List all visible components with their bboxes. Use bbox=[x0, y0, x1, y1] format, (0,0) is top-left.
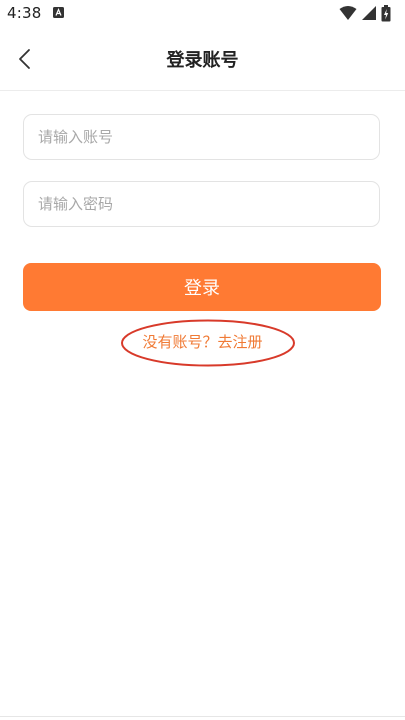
bottom-divider bbox=[0, 716, 405, 717]
page-title: 登录账号 bbox=[166, 50, 239, 71]
password-input[interactable] bbox=[23, 181, 380, 227]
status-bar: 4:38 bbox=[0, 0, 405, 28]
login-button[interactable]: 登录 bbox=[23, 263, 381, 311]
nav-bar: 登录账号 bbox=[0, 28, 405, 91]
battery-icon bbox=[381, 5, 391, 22]
register-link[interactable]: 没有账号？去注册 bbox=[0, 331, 405, 352]
status-time: 4:38 bbox=[7, 4, 42, 22]
status-icons bbox=[339, 5, 395, 22]
a-notification-icon bbox=[53, 7, 64, 18]
wifi-icon bbox=[339, 6, 357, 20]
account-input[interactable] bbox=[23, 114, 380, 160]
signal-icon bbox=[362, 6, 376, 20]
